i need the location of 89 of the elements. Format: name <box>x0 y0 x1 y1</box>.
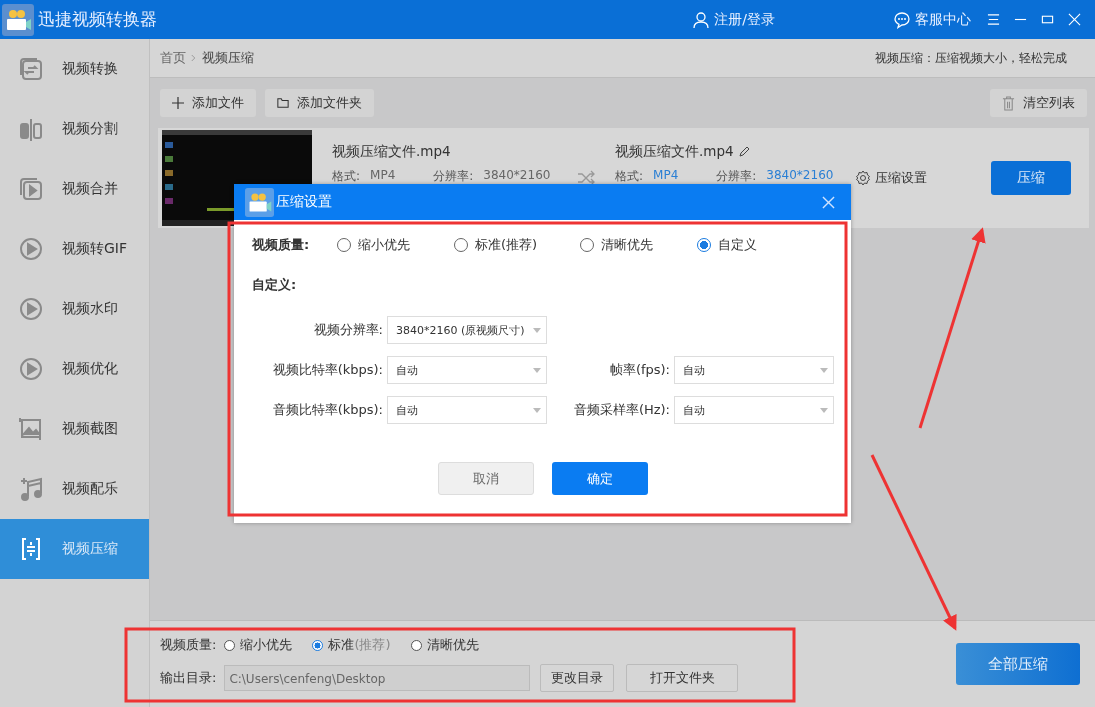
field-label: 音频比特率(kbps): <box>271 401 383 419</box>
caret-icon <box>533 367 541 373</box>
menu-icon[interactable] <box>987 13 1000 26</box>
radio-button[interactable] <box>454 238 468 252</box>
plus-icon <box>172 97 184 109</box>
field-label: 帧率(fps): <box>608 361 670 379</box>
dropdown-field[interactable]: 自动 <box>387 356 547 384</box>
close-icon[interactable] <box>822 195 835 209</box>
format-value: MP4 <box>370 168 396 184</box>
open-folder-button[interactable]: 打开文件夹 <box>626 664 739 692</box>
compress-all-button[interactable]: 全部压缩 <box>956 643 1080 685</box>
field-label: 音频采样率(Hz): <box>572 401 670 419</box>
pencil-icon[interactable] <box>737 146 750 158</box>
caret-icon <box>533 327 541 333</box>
sidebar-item[interactable]: 视频优化 <box>0 339 149 399</box>
sidebar-item[interactable]: 视频合并 <box>0 159 149 219</box>
maximize-icon[interactable] <box>1041 13 1054 26</box>
output-folder-label: 输出目录: <box>160 669 217 687</box>
sidebar-item[interactable]: 视频配乐 <box>0 459 149 519</box>
tool-icon <box>18 56 44 82</box>
breadcrumb-link[interactable]: 视频压缩 <box>202 49 254 67</box>
dropdown-field[interactable]: 自动 <box>674 356 834 384</box>
quality-label: 视频质量: <box>160 636 217 654</box>
quality-label: 视频质量: <box>252 236 311 254</box>
chevron-icon <box>191 53 197 63</box>
file-name: 视频压缩文件.mp4 <box>332 143 452 161</box>
shuffle-icon <box>577 170 595 186</box>
user-icon <box>692 10 711 29</box>
caret-icon <box>820 367 828 373</box>
tool-icon <box>18 236 44 262</box>
sidebar-item[interactable]: 视频转换 <box>0 39 149 99</box>
folder-icon <box>277 97 289 109</box>
caret-icon <box>533 407 541 413</box>
tagline: 视频压缩：压缩视频大小，轻松完成 <box>875 49 1067 67</box>
login-link[interactable]: 注册/登录 <box>692 10 775 29</box>
support-link[interactable]: 客服中心 <box>893 10 971 29</box>
compress-button[interactable]: 压缩 <box>991 161 1071 195</box>
radio-button[interactable] <box>337 238 351 252</box>
tool-icon <box>18 416 44 442</box>
tool-icon <box>18 356 44 382</box>
sidebar-item[interactable]: 视频水印 <box>0 279 149 339</box>
quality-option[interactable]: 标准(推荐) <box>312 636 391 654</box>
output-path-field[interactable]: C:\Users\cenfeng\Desktop <box>224 665 531 691</box>
camera-logo-icon <box>245 187 274 217</box>
field-label: 视频分辨率: <box>312 321 383 339</box>
app-title: 迅捷视频转换器 <box>38 8 157 31</box>
radio-button[interactable] <box>580 238 594 252</box>
sidebar-item[interactable]: 视频转GIF <box>0 219 149 279</box>
change-folder-button[interactable]: 更改目录 <box>540 664 615 692</box>
quality-option[interactable]: 缩小优先 <box>337 236 454 254</box>
radio-button[interactable] <box>312 639 324 651</box>
tool-icon <box>18 296 44 322</box>
gear-icon <box>855 170 871 186</box>
resolution-label: 分辨率: <box>433 168 474 185</box>
dialog-title: 压缩设置 <box>276 193 332 211</box>
trash-icon <box>1002 95 1015 111</box>
quality-option[interactable]: 缩小优先 <box>224 636 293 654</box>
quality-option[interactable]: 自定义 <box>697 236 814 254</box>
caret-icon <box>820 407 828 413</box>
dropdown-field[interactable]: 自动 <box>674 396 834 424</box>
radio-button[interactable] <box>410 639 422 651</box>
custom-heading: 自定义: <box>252 276 298 294</box>
sidebar-item[interactable]: 视频截图 <box>0 399 149 459</box>
tool-icon <box>18 116 44 142</box>
camera-logo-icon <box>2 3 34 36</box>
resolution-value: 3840*2160 <box>483 168 551 184</box>
chat-icon <box>893 10 911 29</box>
sidebar-item[interactable]: 视频分割 <box>0 99 149 159</box>
format-label: 格式: <box>615 168 644 185</box>
breadcrumb-link[interactable]: 首页 <box>160 49 186 67</box>
cancel-button[interactable]: 取消 <box>437 462 534 495</box>
field-label: 视频比特率(kbps): <box>271 361 383 379</box>
add-folder-button[interactable]: 添加文件夹 <box>265 89 374 117</box>
clear-list-button[interactable]: 清空列表 <box>990 89 1087 117</box>
radio-button[interactable] <box>224 639 236 651</box>
resolution-label: 分辨率: <box>716 168 757 185</box>
add-file-button[interactable]: 添加文件 <box>160 89 256 117</box>
radio-button[interactable] <box>697 238 711 252</box>
output-file-name: 视频压缩文件.mp4 <box>615 143 843 161</box>
tool-icon <box>18 176 44 202</box>
tool-icon <box>18 476 44 502</box>
confirm-button[interactable]: 确定 <box>551 462 648 495</box>
format-label: 格式: <box>332 168 361 185</box>
dropdown-field[interactable]: 3840*2160 (原视频尺寸) <box>387 316 547 344</box>
quality-option[interactable]: 标准(推荐) <box>454 236 580 254</box>
compress-settings-link[interactable]: 压缩设置 <box>855 169 927 187</box>
dropdown-field[interactable]: 自动 <box>387 396 547 424</box>
quality-option[interactable]: 清晰优先 <box>410 636 479 654</box>
quality-option[interactable]: 清晰优先 <box>580 236 697 254</box>
